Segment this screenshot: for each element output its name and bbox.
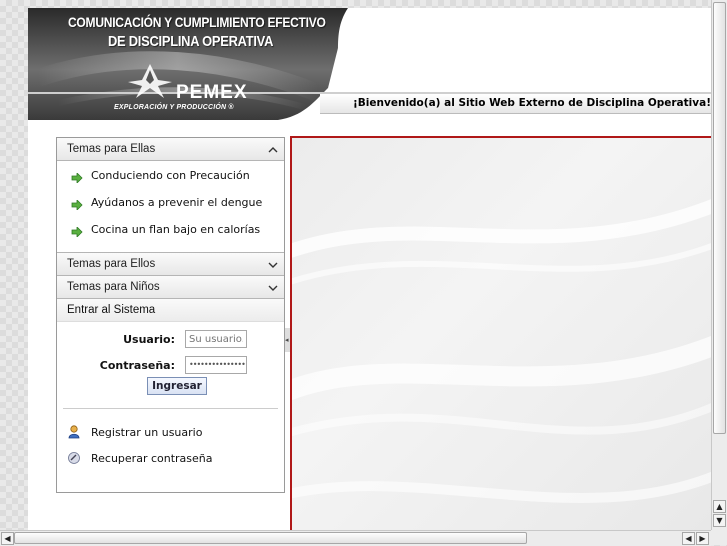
login-form: Usuario: Contraseña: •••••••••••••••• In… bbox=[57, 322, 284, 492]
list-item-label: Ayúdanos a prevenir el dengue bbox=[91, 196, 263, 209]
scroll-down-button[interactable]: ▼ bbox=[713, 514, 726, 527]
chevron-down-icon bbox=[268, 276, 278, 306]
scroll-up-button[interactable]: ▲ bbox=[713, 500, 726, 513]
pemex-logo: PEMEX EXPLORACIÓN Y PRODUCCIÓN ® bbox=[112, 60, 282, 114]
recover-password-link[interactable]: Recuperar contraseña bbox=[91, 452, 213, 465]
header-title-line2: DE DISCIPLINA OPERATIVA bbox=[108, 33, 274, 50]
header-title-line1: COMUNICACIÓN Y CUMPLIMIENTO EFECTIVO bbox=[68, 14, 326, 30]
chevron-up-icon bbox=[268, 138, 278, 168]
green-arrow-icon bbox=[71, 227, 83, 237]
horizontal-scroll-thumb[interactable] bbox=[14, 532, 527, 544]
accordion-label: Temas para Niños bbox=[67, 281, 160, 293]
list-item-label: Cocina un flan bajo en calorías bbox=[91, 223, 261, 236]
login-heading: Entrar al Sistema bbox=[57, 299, 284, 322]
key-icon bbox=[68, 452, 80, 464]
content-background-swirl bbox=[292, 197, 715, 503]
list-item-flan[interactable]: Cocina un flan bajo en calorías bbox=[57, 221, 284, 248]
sidebar: Temas para Ellas Conduciendo con Precauc… bbox=[28, 123, 286, 532]
green-arrow-icon bbox=[71, 173, 83, 183]
accordion-temas-ninos[interactable]: Temas para Niños bbox=[57, 276, 284, 299]
content-frame bbox=[290, 136, 715, 532]
register-user-link[interactable]: Registrar un usuario bbox=[91, 426, 202, 439]
vertical-scroll-thumb[interactable] bbox=[713, 2, 726, 434]
welcome-bar: ¡Bienvenido(a) al Sitio Web Externo de D… bbox=[320, 94, 715, 114]
welcome-message: ¡Bienvenido(a) al Sitio Web Externo de D… bbox=[353, 97, 711, 109]
accordion-temas-ellas[interactable]: Temas para Ellas bbox=[57, 138, 284, 161]
list-item-label: Conduciendo con Precaución bbox=[91, 169, 250, 182]
logo-wordmark: PEMEX bbox=[176, 82, 248, 103]
page: COMUNICACIÓN Y CUMPLIMIENTO EFECTIVO DE … bbox=[28, 8, 715, 532]
logo-subtitle: EXPLORACIÓN Y PRODUCCIÓN ® bbox=[114, 104, 234, 111]
login-submit-button[interactable]: Ingresar bbox=[147, 377, 207, 395]
accordion-label: Temas para Ellos bbox=[67, 258, 156, 270]
sidebar-panel: Temas para Ellas Conduciendo con Precauc… bbox=[56, 137, 285, 493]
vertical-scrollbar[interactable]: ▲ ▼ bbox=[711, 0, 727, 530]
list-item-conduciendo[interactable]: Conduciendo con Precaución bbox=[57, 167, 284, 194]
user-icon bbox=[68, 425, 80, 439]
scroll-left-button[interactable]: ◀ bbox=[1, 532, 14, 545]
password-label: Contraseña: bbox=[99, 359, 175, 372]
accordion-label: Temas para Ellas bbox=[67, 143, 156, 155]
scrollbar-corner bbox=[711, 530, 727, 545]
username-label: Usuario: bbox=[123, 333, 175, 346]
divider bbox=[63, 408, 278, 409]
accordion-temas-ellos[interactable]: Temas para Ellos bbox=[57, 253, 284, 276]
scroll-left-button-2[interactable]: ◀ bbox=[682, 532, 695, 545]
pemex-eagle-icon bbox=[128, 64, 172, 98]
site-header: COMUNICACIÓN Y CUMPLIMIENTO EFECTIVO DE … bbox=[28, 8, 715, 123]
horizontal-scrollbar[interactable]: ◀ ◀ ▶ bbox=[0, 530, 711, 546]
accordion-body-ellas: Conduciendo con Precaución Ayúdanos a pr… bbox=[57, 161, 284, 253]
username-input[interactable] bbox=[185, 330, 247, 348]
list-item-dengue[interactable]: Ayúdanos a prevenir el dengue bbox=[57, 194, 284, 221]
green-arrow-icon bbox=[71, 200, 83, 210]
scroll-right-button[interactable]: ▶ bbox=[696, 532, 709, 545]
password-input[interactable]: •••••••••••••••• bbox=[185, 356, 247, 374]
